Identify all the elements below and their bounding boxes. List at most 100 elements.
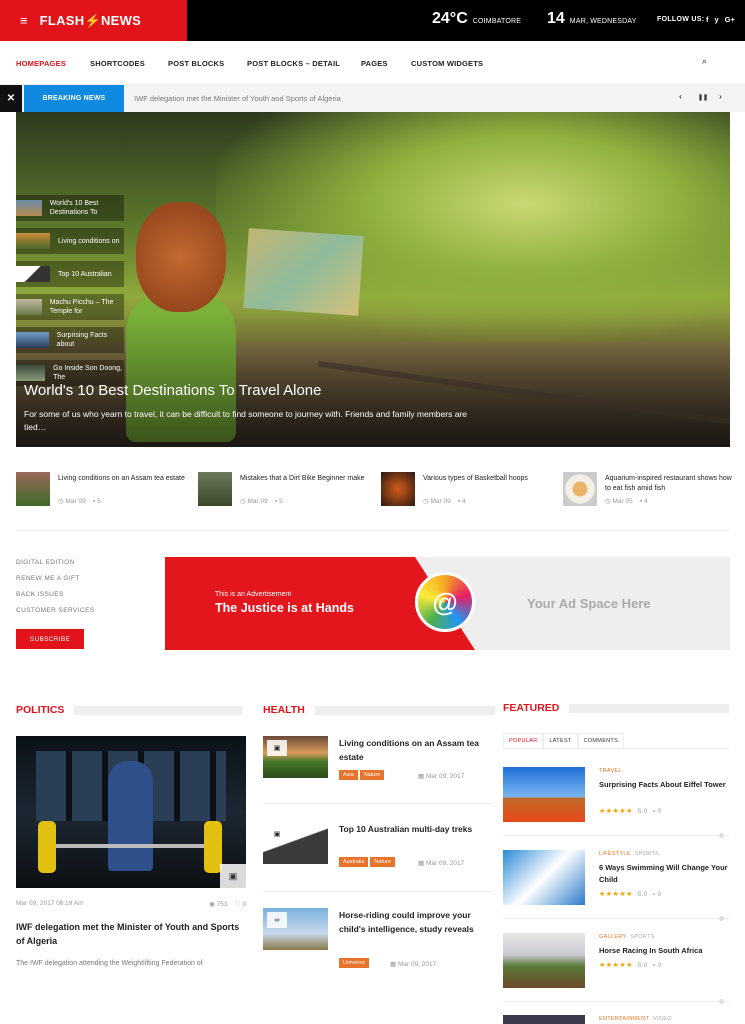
hero-thumb[interactable]: World's 10 Best Destinations To [16, 195, 124, 221]
post-thumbnail[interactable]: ▣ [263, 822, 328, 864]
tools-icon[interactable]: ✕ [0, 85, 22, 112]
tag[interactable]: Universe [339, 958, 369, 968]
hero-thumb[interactable]: Living conditions on [16, 228, 124, 254]
temperature: 24°C [432, 10, 468, 27]
breaking-news-bar: ✕ BREAKING NEWS IWF delegation met the M… [0, 85, 745, 112]
hero-title[interactable]: World's 10 Best Destinations To Travel A… [24, 382, 321, 399]
post-title[interactable]: Surprising Facts About Eiffel Tower [599, 779, 731, 791]
post-category[interactable]: ENTERTAINMENT VIDEO [599, 1016, 672, 1022]
post-thumbnail[interactable] [503, 767, 585, 822]
post-meta: ◷ Mar 09 ▪ 5 [240, 498, 283, 505]
tag[interactable]: Nature [370, 857, 395, 867]
post-meta: ◷ Mar 05 ▪ 4 [605, 498, 648, 505]
pause-icon[interactable]: ❚❚ [698, 94, 708, 101]
related-post[interactable]: Mistakes that a Dirt Bike Beginner make … [198, 470, 368, 506]
related-post[interactable]: Various types of Basketball hoops ◷ Mar … [381, 470, 551, 506]
side-link-renew[interactable]: RENEW ME A GIFT [16, 575, 94, 582]
featured-item[interactable]: ENTERTAINMENT VIDEO [503, 1015, 730, 1024]
post-thumbnail[interactable]: ∞ [263, 908, 328, 950]
post-title[interactable]: Various types of Basketball hoops [423, 474, 553, 484]
separator [263, 803, 493, 804]
menu-icon[interactable]: ≡ [20, 13, 28, 28]
rating: ★★★★★ 5.0 ▪ 0 [599, 891, 662, 898]
post-thumbnail[interactable] [563, 472, 597, 506]
featured-item[interactable]: TRAVEL Surprising Facts About Eiffel Tow… [503, 767, 730, 837]
tab-comments[interactable]: COMMENTS [577, 733, 625, 748]
hero-person-hair [136, 202, 226, 312]
facebook-icon[interactable]: f [706, 15, 709, 24]
politics-image[interactable]: ▣ [16, 736, 246, 888]
tab-latest[interactable]: LATEST [543, 733, 578, 748]
health-item[interactable]: ▣ Living conditions on an Assam tea esta… [263, 736, 493, 806]
related-post[interactable]: Living conditions on an Assam tea estate… [16, 470, 186, 506]
post-category[interactable]: LIFESTYLE SPORTS [599, 851, 659, 857]
featured-item[interactable]: GALLERY SPORTS Horse Racing In South Afri… [503, 933, 730, 1003]
twitter-icon[interactable]: y [715, 15, 719, 24]
tag[interactable]: Nature [359, 770, 385, 780]
post-title[interactable]: Aquarium-inspired restaurant shows how t… [605, 474, 735, 494]
post-category[interactable]: GALLERY SPORTS [599, 934, 655, 940]
social-links: f y G+ [706, 15, 735, 24]
nav-item-homepages[interactable]: HOMEPAGES [16, 59, 66, 68]
post-title[interactable]: Mistakes that a Dirt Bike Beginner make [240, 474, 370, 484]
politics-heading: POLITICS [16, 704, 243, 716]
separator [263, 891, 493, 892]
nav-item-post-blocks[interactable]: POST BLOCKS [168, 59, 224, 68]
city: COIMBATORE [472, 18, 522, 25]
site-logo[interactable]: FLASH⚡NEWS [40, 13, 142, 29]
post-thumbnail[interactable]: ▣ [263, 736, 328, 778]
post-title[interactable]: Horse-riding could improve your child's … [339, 908, 489, 936]
hero-thumb[interactable]: Machu Picchu – The Temple for [16, 294, 124, 320]
follow-label: FOLLOW US: [657, 16, 705, 23]
date-widget: 14 MAR, WEDNESDAY [547, 10, 637, 28]
breaking-headline[interactable]: IWF delegation met the Minister of Youth… [134, 94, 341, 103]
likes-count[interactable]: ♡ 0 [235, 901, 246, 908]
tab-popular[interactable]: POPULAR [503, 733, 544, 748]
post-thumbnail[interactable] [503, 850, 585, 905]
post-thumbnail[interactable] [198, 472, 232, 506]
health-item[interactable]: ▣ Top 10 Australian multi-day treks Aust… [263, 822, 493, 892]
related-post[interactable]: Aquarium-inspired restaurant shows how t… [563, 470, 733, 506]
side-link-customer-services[interactable]: CUSTOMER SERVICES [16, 607, 94, 614]
post-title[interactable]: Living conditions on an Assam tea estate [58, 474, 188, 484]
tag[interactable]: Asia [339, 770, 358, 780]
hero-thumb[interactable]: Surprising Facts about [16, 327, 124, 353]
section-title[interactable]: POLITICS [16, 704, 64, 716]
hero-thumb[interactable]: Top 10 Australian [16, 261, 124, 287]
weather-widget: 24°C COIMBATORE [432, 10, 521, 28]
at-icon: @ [418, 575, 472, 629]
post-thumbnail[interactable] [503, 933, 585, 988]
nav-item-custom-widgets[interactable]: CUSTOM WIDGETS [411, 59, 483, 68]
post-thumbnail[interactable] [16, 472, 50, 506]
google-plus-icon[interactable]: G+ [725, 15, 735, 24]
post-title[interactable]: 6 Ways Swimming Will Change Your Child [599, 862, 731, 886]
search-icon[interactable]: ⌕ [702, 56, 707, 67]
politics-title[interactable]: IWF delegation met the Minister of Youth… [16, 920, 246, 948]
next-icon[interactable]: › [719, 92, 722, 101]
hero-map [243, 228, 364, 316]
post-title[interactable]: Living conditions on an Assam tea estate [339, 736, 489, 764]
side-link-back-issues[interactable]: BACK ISSUES [16, 591, 94, 598]
featured-tabs: POPULAR LATEST COMMENTS [503, 733, 730, 749]
hero-slider[interactable]: World's 10 Best Destinations To Living c… [16, 112, 730, 447]
subscribe-button[interactable]: SUBSCRIBE [16, 629, 84, 649]
nav-item-post-blocks-detail[interactable]: POST BLOCKS – DETAIL [247, 59, 340, 68]
prev-icon[interactable]: ‹ [679, 92, 682, 101]
side-link-digital-edition[interactable]: DIGITAL EDITION [16, 559, 94, 566]
post-title[interactable]: Top 10 Australian multi-day treks [339, 822, 489, 836]
logo-area[interactable]: ≡ FLASH⚡NEWS [0, 0, 187, 41]
post-thumbnail[interactable] [381, 472, 415, 506]
section-title[interactable]: HEALTH [263, 704, 305, 716]
tag[interactable]: Australia [339, 857, 369, 867]
separator [503, 999, 730, 1004]
nav-item-pages[interactable]: PAGES [361, 59, 388, 68]
section-title: FEATURED [503, 702, 560, 714]
ad-banner[interactable]: This is an Advertisement The Justice is … [165, 557, 730, 650]
nav-item-shortcodes[interactable]: SHORTCODES [90, 59, 145, 68]
featured-item[interactable]: LIFESTYLE SPORTS 6 Ways Swimming Will Cha… [503, 850, 730, 920]
rating: ★★★★★ 5.0 ▪ 0 [599, 808, 662, 815]
post-thumbnail[interactable] [503, 1015, 585, 1024]
health-item[interactable]: ∞ Horse-riding could improve your child'… [263, 908, 493, 978]
post-category[interactable]: TRAVEL [599, 768, 626, 774]
post-title[interactable]: Horse Racing In South Africa [599, 945, 731, 957]
